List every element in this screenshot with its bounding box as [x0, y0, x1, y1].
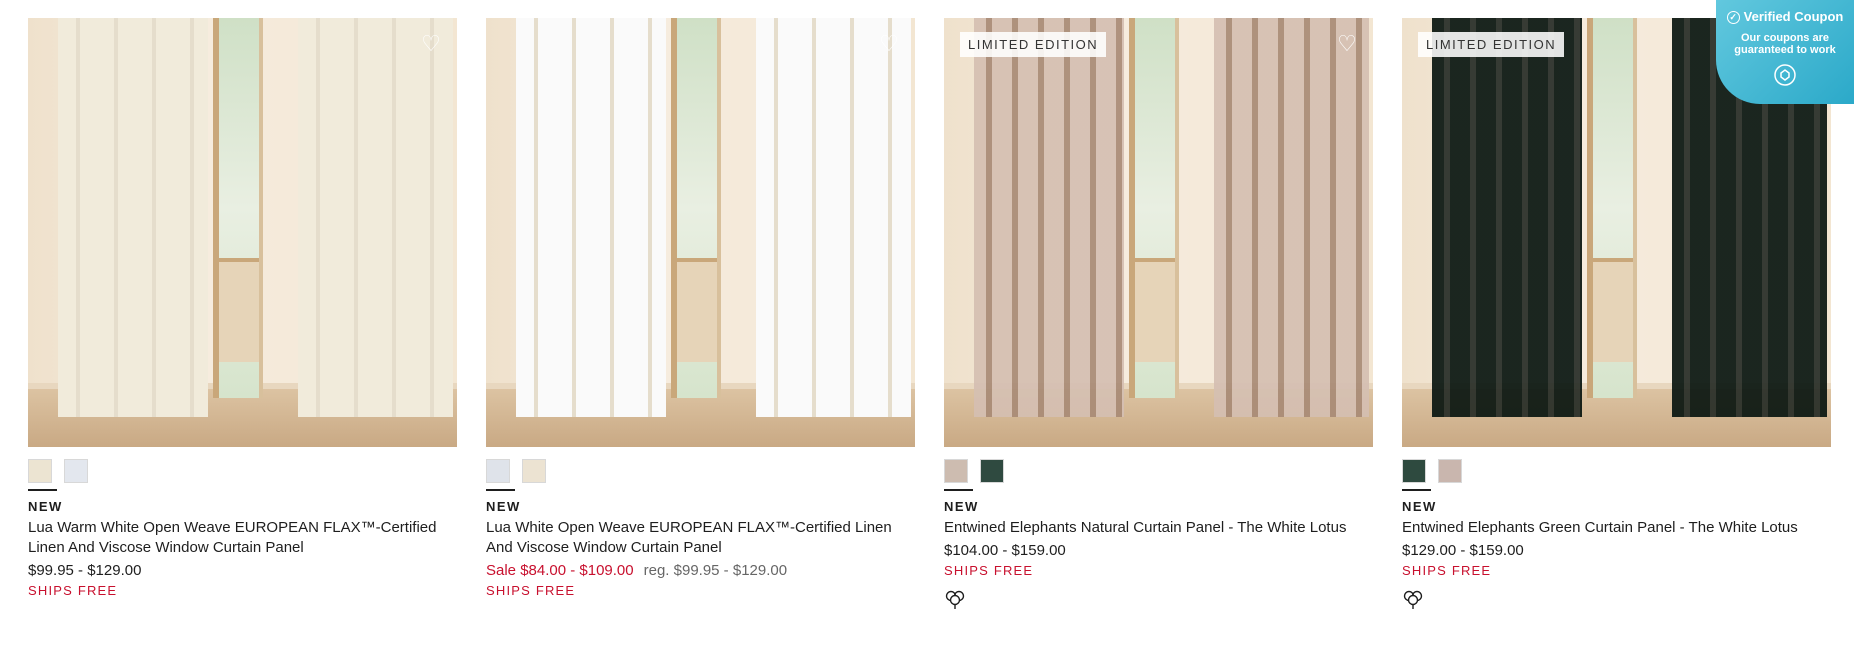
product-card[interactable]: ♡ NEW Lua White Open Weave EUROPEAN FLAX™-… — [486, 18, 915, 615]
curtain-panel — [1214, 18, 1369, 417]
new-label: NEW — [1402, 499, 1437, 514]
color-swatches — [1402, 459, 1831, 483]
coupon-logo-icon — [1774, 64, 1796, 86]
ships-free-label: SHIPS FREE — [1402, 563, 1492, 578]
window-decor — [1129, 18, 1179, 398]
curtain-panel — [974, 18, 1124, 417]
color-swatches — [944, 459, 1373, 483]
selected-swatch-indicator — [1402, 489, 1431, 491]
new-label: NEW — [944, 499, 979, 514]
heart-icon[interactable]: ♡ — [419, 32, 443, 56]
selected-swatch-indicator — [944, 489, 973, 491]
color-swatch[interactable] — [522, 459, 546, 483]
window-decor — [671, 18, 721, 398]
product-card[interactable]: LIMITED EDITION ♡ NEW Entwined Elephants Na… — [944, 18, 1373, 615]
curtain-panel — [58, 18, 208, 417]
verified-coupon-widget[interactable]: ✓ Verified Coupon Our coupons are guarant… — [1716, 0, 1854, 104]
curtain-panel — [756, 18, 911, 417]
product-name-link[interactable]: Entwined Elephants Natural Curtain Panel… — [944, 518, 1373, 538]
color-swatch[interactable] — [980, 459, 1004, 483]
cotton-flower-icon — [1403, 590, 1423, 609]
coupon-subtitle: Our coupons are guaranteed to work — [1734, 32, 1836, 57]
product-price: Sale $84.00 - $109.00 reg. $99.95 - $129.… — [486, 562, 915, 579]
color-swatch[interactable] — [1438, 459, 1462, 483]
product-image[interactable]: ♡ — [28, 18, 457, 447]
sale-price: Sale $84.00 - $109.00 — [486, 562, 634, 579]
color-swatches — [486, 459, 915, 483]
product-price: $99.95 - $129.00 — [28, 562, 142, 579]
coupon-title: ✓ Verified Coupon — [1716, 9, 1854, 25]
selected-swatch-indicator — [28, 489, 57, 491]
color-swatch[interactable] — [64, 459, 88, 483]
curtain-panel — [298, 18, 453, 417]
new-label: NEW — [486, 499, 521, 514]
color-swatch[interactable] — [944, 459, 968, 483]
selected-swatch-indicator — [486, 489, 515, 491]
heart-icon[interactable]: ♡ — [877, 32, 901, 56]
heart-icon[interactable]: ♡ — [1335, 32, 1359, 56]
color-swatch[interactable] — [28, 459, 52, 483]
check-circle-icon: ✓ — [1726, 11, 1740, 25]
product-card[interactable]: LIMITED EDITION NEW Entwined Elephants Gre… — [1402, 18, 1831, 615]
curtain-panel — [1432, 18, 1582, 417]
cotton-flower-icon — [945, 590, 965, 609]
product-name-link[interactable]: Entwined Elephants Green Curtain Panel -… — [1402, 518, 1831, 538]
color-swatch[interactable] — [1402, 459, 1426, 483]
ships-free-label: SHIPS FREE — [944, 563, 1034, 578]
product-price: $104.00 - $159.00 — [944, 542, 1066, 559]
color-swatches — [28, 459, 457, 483]
product-grid: ♡ NEW Lua Warm White Open Weave EUROPEAN F… — [28, 18, 1831, 615]
curtain-panel — [516, 18, 666, 417]
product-name-link[interactable]: Lua White Open Weave EUROPEAN FLAX™-Cert… — [486, 518, 915, 558]
product-name-link[interactable]: Lua Warm White Open Weave EUROPEAN FLAX™… — [28, 518, 457, 558]
limited-edition-badge: LIMITED EDITION — [1418, 32, 1565, 57]
product-image[interactable]: ♡ — [486, 18, 915, 447]
window-decor — [213, 18, 263, 398]
window-decor — [1587, 18, 1637, 398]
product-card[interactable]: ♡ NEW Lua Warm White Open Weave EUROPEAN F… — [28, 18, 457, 615]
limited-edition-badge: LIMITED EDITION — [960, 32, 1107, 57]
new-label: NEW — [28, 499, 63, 514]
ships-free-label: SHIPS FREE — [486, 583, 576, 598]
regular-price: reg. $99.95 - $129.00 — [643, 562, 788, 579]
color-swatch[interactable] — [486, 459, 510, 483]
product-price: $129.00 - $159.00 — [1402, 542, 1524, 559]
product-image[interactable]: LIMITED EDITION ♡ — [944, 18, 1373, 447]
ships-free-label: SHIPS FREE — [28, 583, 118, 598]
